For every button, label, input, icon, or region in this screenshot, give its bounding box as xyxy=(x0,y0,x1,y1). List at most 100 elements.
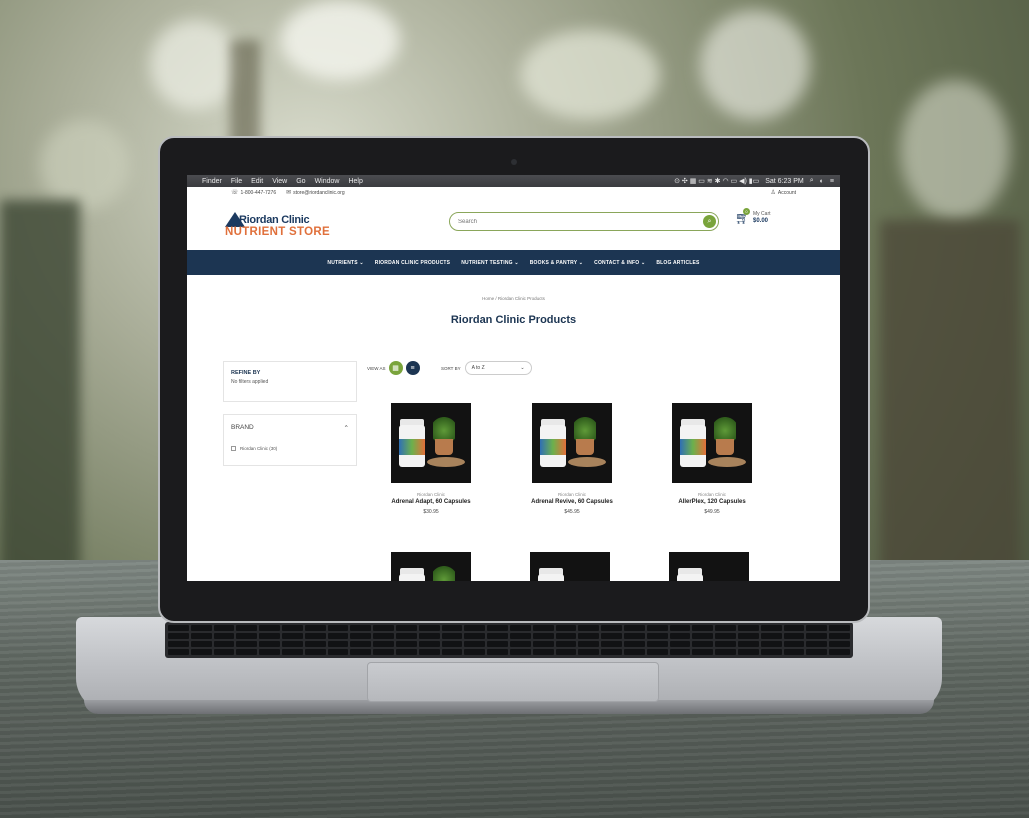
keyboard-key xyxy=(213,649,235,655)
keyboard-key xyxy=(783,641,805,647)
bottle-label xyxy=(399,439,425,455)
product-image[interactable] xyxy=(672,403,752,483)
grid-view-button[interactable]: ▦ xyxy=(388,361,403,375)
keyboard-key xyxy=(395,641,417,647)
product-brand: Riordan Clinic xyxy=(416,492,445,497)
keyboard-key xyxy=(418,641,440,647)
menubar-clock[interactable]: Sat 6:23 PM xyxy=(765,178,804,185)
phone-link[interactable]: ☏ 1-800-447-7276 xyxy=(231,189,276,196)
product-image[interactable] xyxy=(530,552,610,581)
keyboard-key xyxy=(532,633,554,639)
keyboard-key xyxy=(715,649,736,655)
store-topbar: ☏ 1-800-447-7276 ✉ store@riordanclinic.org… xyxy=(187,187,840,197)
keyboard-key xyxy=(304,633,326,639)
menu-file[interactable]: File xyxy=(231,178,242,185)
keyboard-key xyxy=(760,633,782,639)
product-name[interactable]: Adrenal Revive, 60 Capsules xyxy=(522,499,622,505)
keyboard-key xyxy=(806,641,828,647)
spotlight-icon[interactable]: ⌕ xyxy=(810,177,814,185)
nav-nutrients[interactable]: NUTRIENTS ⌄ xyxy=(327,260,363,266)
search-input[interactable] xyxy=(458,218,688,225)
control-center-icon[interactable]: ≡ xyxy=(830,178,834,185)
nav-nutrient-testing[interactable]: NUTRIENT TESTING ⌄ xyxy=(461,260,519,266)
keyboard-key xyxy=(281,633,303,639)
keyboard-key xyxy=(236,625,258,631)
product-card[interactable] xyxy=(381,552,481,581)
product-name[interactable]: Adrenal Adapt, 60 Capsules xyxy=(381,499,481,505)
keyboard-key xyxy=(601,625,622,631)
menu-view[interactable]: View xyxy=(272,178,287,185)
product-card[interactable] xyxy=(520,552,620,581)
keyboard-key xyxy=(783,649,805,655)
view-as-control: VIEW AS ▦ ≡ xyxy=(367,361,420,375)
nav-contact-info[interactable]: CONTACT & INFO ⌄ xyxy=(594,260,645,266)
product-image[interactable] xyxy=(391,403,471,483)
account-link[interactable]: ♙ Account xyxy=(771,189,796,196)
list-view-button[interactable]: ≡ xyxy=(405,361,420,375)
keyboard-key xyxy=(418,649,440,655)
bottle xyxy=(538,574,564,581)
product-card[interactable]: Riordan Clinic Adrenal Revive, 60 Capsul… xyxy=(522,403,622,515)
keyboard-key xyxy=(737,641,759,647)
menu-window[interactable]: Window xyxy=(315,178,340,185)
keyboard-key xyxy=(418,633,440,639)
cart-count-badge: 0 xyxy=(743,208,750,215)
menu-finder[interactable]: Finder xyxy=(202,178,222,185)
status-icons[interactable]: ⊙ ✣ ▦ ▭ ≋ ✱ ◠ ▭ ◀) ▮▭ xyxy=(674,177,759,185)
email-link[interactable]: ✉ store@riordanclinic.org xyxy=(286,189,345,196)
keyboard-key xyxy=(532,625,554,631)
search-button[interactable]: ⌕ xyxy=(703,215,716,228)
keyboard-key xyxy=(395,649,417,655)
menu-help[interactable]: Help xyxy=(348,178,362,185)
keyboard-key xyxy=(623,625,645,631)
product-name[interactable]: AllerPlex, 120 Capsules xyxy=(662,499,762,505)
sort-select[interactable]: A to Z ⌄ xyxy=(464,361,532,375)
cart-total: $0.00 xyxy=(753,218,769,224)
keyboard-key xyxy=(304,641,326,647)
product-card[interactable] xyxy=(659,552,759,581)
keyboard-key xyxy=(487,633,508,639)
keyboard-key xyxy=(464,641,486,647)
brand-filter-header[interactable]: BRAND ⌃ xyxy=(231,424,349,432)
product-image[interactable] xyxy=(532,403,612,483)
nav-blog-articles[interactable]: BLOG ARTICLES xyxy=(656,260,699,266)
dish xyxy=(708,457,746,467)
nav-books-pantry[interactable]: BOOKS & PANTRY ⌄ xyxy=(530,260,583,266)
breadcrumb[interactable]: Home / Riordan Clinic Products xyxy=(187,296,840,301)
cart-icon: 🛒︎ 0 xyxy=(735,208,751,225)
keyboard-key xyxy=(578,641,600,647)
logo-line1: Riordan Clinic xyxy=(239,214,310,226)
keyboard-key xyxy=(350,633,372,639)
sort-value: A to Z xyxy=(471,365,485,371)
product-card[interactable]: Riordan Clinic AllerPlex, 120 Capsules $… xyxy=(662,403,762,515)
menu-edit[interactable]: Edit xyxy=(251,178,263,185)
keyboard-key xyxy=(829,625,850,631)
cart-widget[interactable]: 🛒︎ 0 My Cart $0.00 xyxy=(735,208,771,225)
search-icon: ⌕ xyxy=(707,217,712,225)
nav-riordan-clinic-products[interactable]: RIORDAN CLINIC PRODUCTS xyxy=(375,260,450,266)
main-nav: NUTRIENTS ⌄ RIORDAN CLINIC PRODUCTS NUTR… xyxy=(187,250,840,275)
keyboard-key xyxy=(737,625,759,631)
laptop-trackpad xyxy=(367,662,659,702)
keyboard-key xyxy=(509,633,531,639)
keyboard-key xyxy=(259,625,280,631)
menu-go[interactable]: Go xyxy=(296,178,305,185)
keyboard-key xyxy=(578,649,600,655)
brand-option[interactable]: Riordan Clinic (30) xyxy=(231,446,349,451)
product-image[interactable] xyxy=(391,552,471,581)
refine-title: REFINE BY xyxy=(231,370,261,376)
list-icon: ≡ xyxy=(410,364,415,372)
bottle-label xyxy=(680,439,706,455)
product-card[interactable]: Riordan Clinic Adrenal Adapt, 60 Capsule… xyxy=(381,403,481,515)
siri-icon[interactable]: ◐ xyxy=(820,178,824,185)
keyboard-key xyxy=(327,641,349,647)
store-logo[interactable]: Riordan Clinic NUTRIENT STORE xyxy=(225,212,335,242)
product-price: $49.95 xyxy=(704,509,720,515)
brand-checkbox[interactable] xyxy=(231,446,236,451)
brand-filter-title: BRAND xyxy=(231,424,254,431)
product-brand: Riordan Clinic xyxy=(557,492,586,497)
user-icon: ♙ xyxy=(770,189,776,196)
keyboard-key xyxy=(441,625,463,631)
keyboard-key xyxy=(190,641,212,647)
product-image[interactable] xyxy=(669,552,749,581)
